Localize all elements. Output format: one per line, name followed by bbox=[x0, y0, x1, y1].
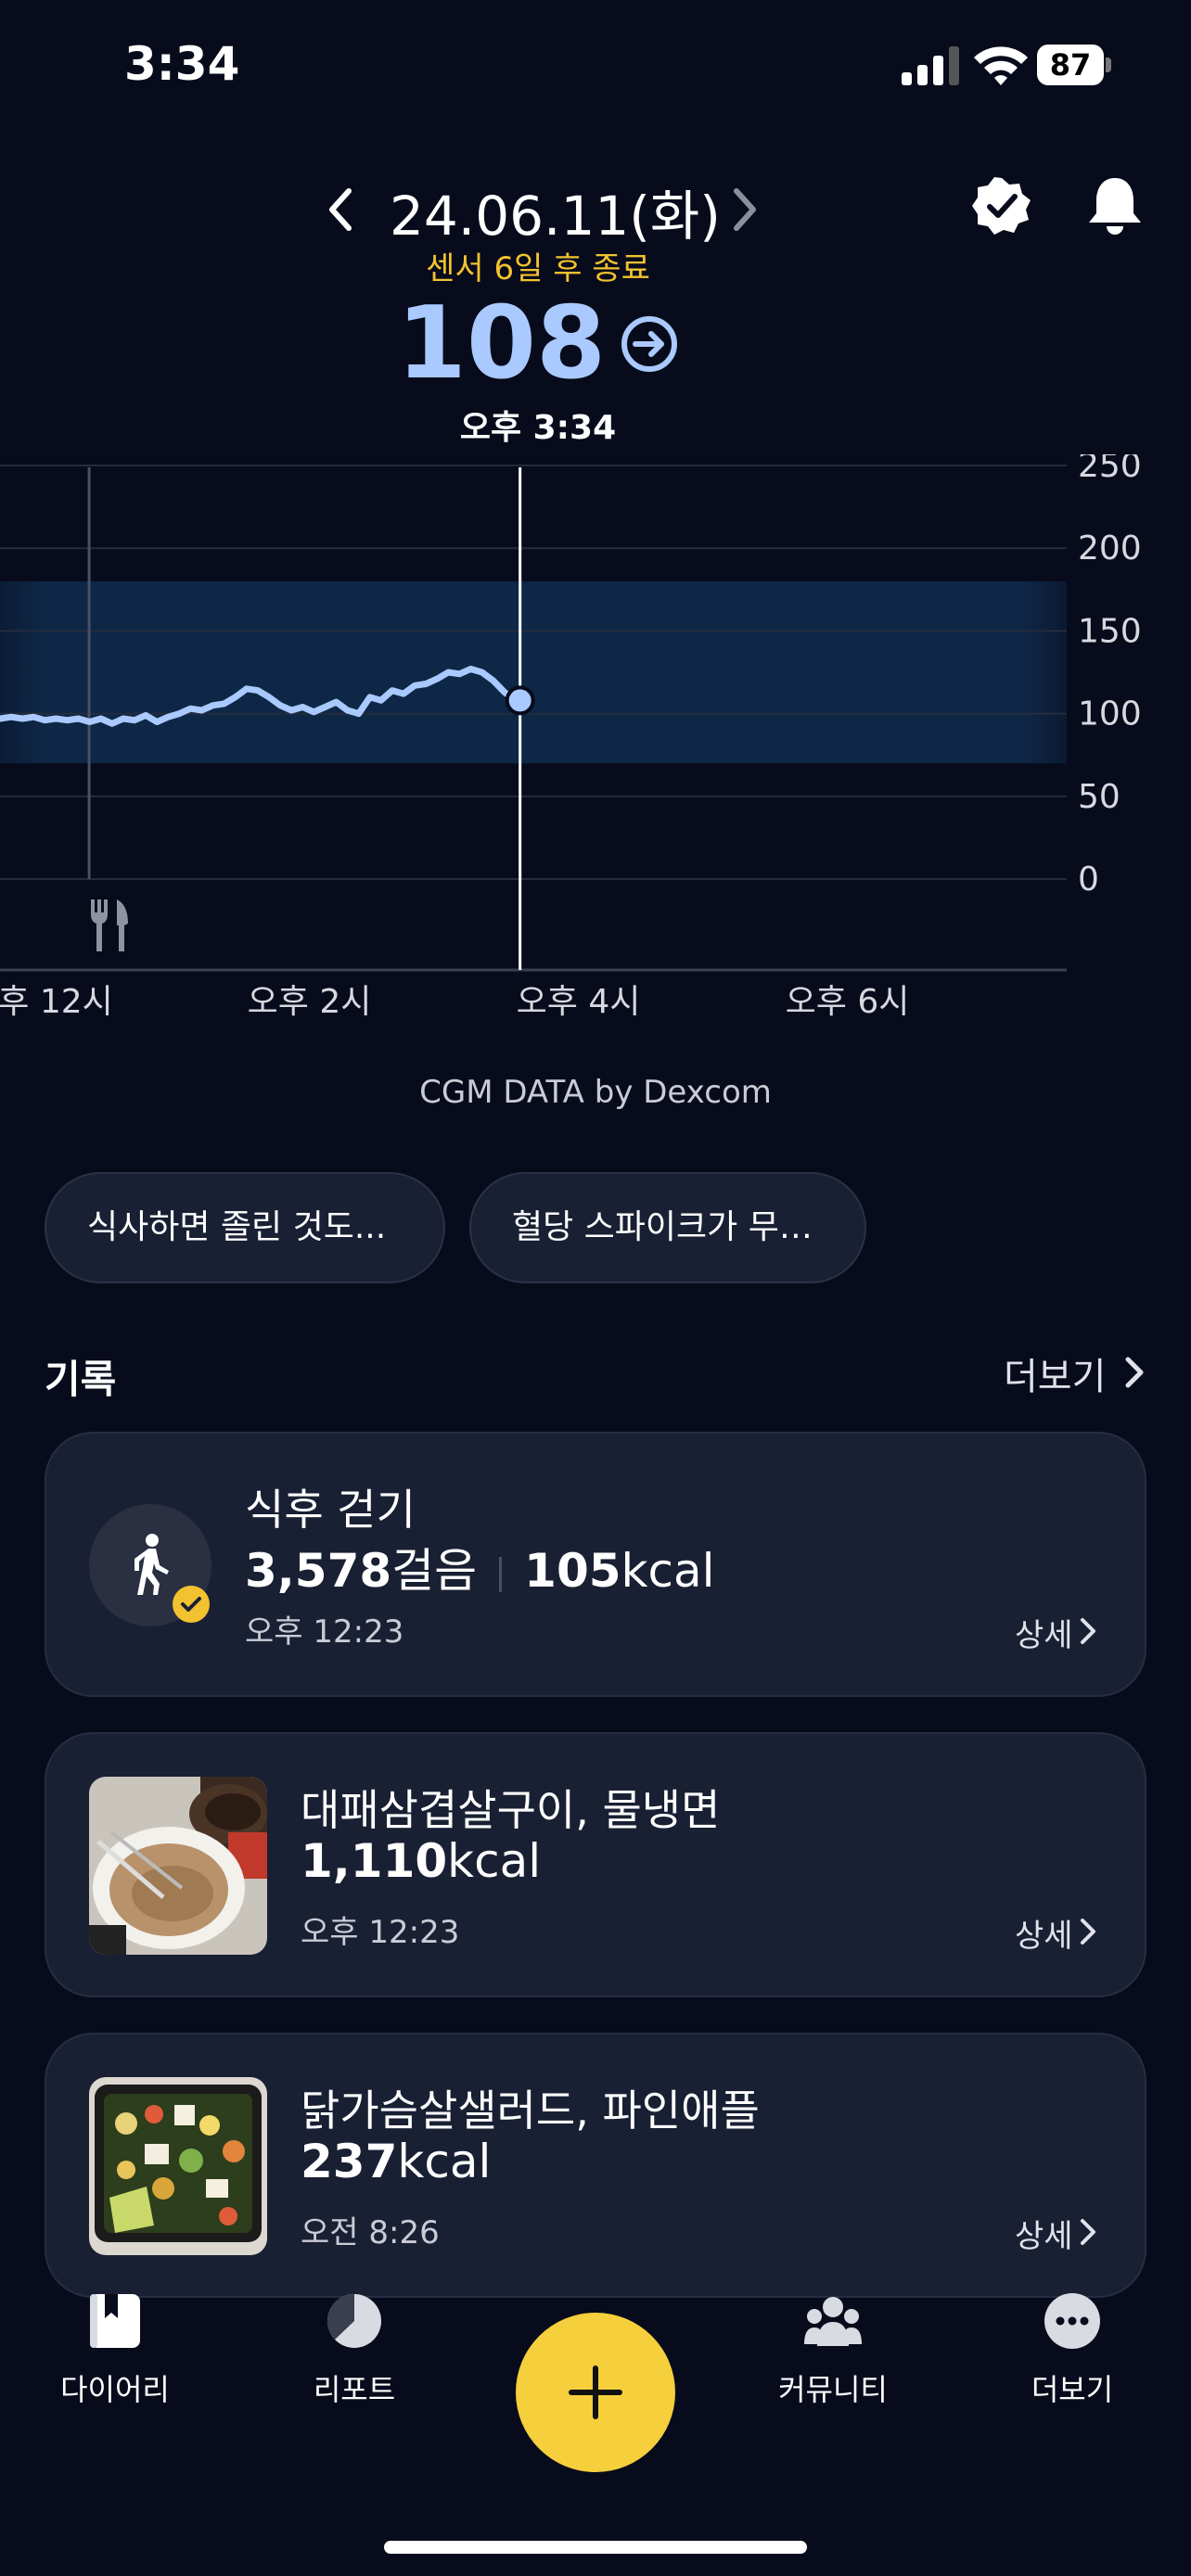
kcal-value: 1,110 bbox=[301, 1834, 448, 1888]
check-icon bbox=[181, 1597, 201, 1612]
record-title: 닭가슴살샐러드, 파인애플 bbox=[301, 2085, 760, 2136]
kcal-unit: kcal bbox=[621, 1544, 715, 1598]
y-tick-label: 50 bbox=[1078, 778, 1121, 816]
kcal-value: 237 bbox=[301, 2135, 398, 2188]
y-tick-label: 250 bbox=[1078, 454, 1142, 485]
community-icon bbox=[804, 2297, 862, 2346]
notification-bell-icon[interactable] bbox=[1082, 172, 1148, 239]
x-tick-label: 오후 4시 bbox=[517, 983, 641, 1021]
y-tick-label: 200 bbox=[1078, 529, 1142, 567]
home-indicator bbox=[384, 2541, 807, 2554]
step-unit: 걸음 bbox=[391, 1544, 478, 1598]
tab-label: 커뮤니티 bbox=[778, 2372, 888, 2407]
current-glucose[interactable]: 108 bbox=[0, 286, 1076, 402]
date-title[interactable]: 24.06.11(화) bbox=[390, 172, 721, 250]
battery-indicator: 87 bbox=[1037, 45, 1111, 85]
record-title: 식후 걷기 bbox=[245, 1485, 416, 1535]
reading-time: 오후 3:34 bbox=[459, 409, 617, 447]
kcal-unit: kcal bbox=[397, 2135, 492, 2188]
y-tick-label: 150 bbox=[1078, 612, 1142, 650]
plus-icon bbox=[569, 2366, 622, 2419]
chevron-right-icon[interactable] bbox=[1078, 2216, 1098, 2248]
tab-more[interactable]: 더보기 bbox=[989, 2290, 1156, 2409]
records-section-title: 기록 bbox=[45, 1357, 117, 1402]
tab-label: 더보기 bbox=[1031, 2372, 1114, 2407]
y-tick-label: 100 bbox=[1078, 695, 1142, 733]
record-time: 오전 8:26 bbox=[301, 2214, 440, 2251]
diary-icon bbox=[90, 2294, 140, 2348]
tab-report[interactable]: 리포트 bbox=[271, 2290, 438, 2409]
glucose-value: 108 bbox=[396, 286, 607, 402]
battery-level: 87 bbox=[1037, 45, 1104, 85]
stat-divider bbox=[499, 1556, 503, 1592]
more-icon bbox=[1044, 2293, 1100, 2349]
detail-link[interactable]: 상세 bbox=[1015, 2211, 1073, 2256]
records-more-link[interactable]: 더보기 bbox=[1004, 1346, 1106, 1400]
walking-person-icon bbox=[134, 1534, 169, 1595]
tab-community[interactable]: 커뮤니티 bbox=[749, 2290, 916, 2409]
sensor-status: 센서 6일 후 종료 bbox=[426, 250, 650, 287]
chevron-right-icon[interactable] bbox=[1122, 1354, 1146, 1391]
chevron-right-icon[interactable] bbox=[1078, 1615, 1098, 1647]
step-count: 3,578 bbox=[245, 1544, 392, 1598]
meal-photo-salad bbox=[89, 2077, 267, 2255]
battery-cap bbox=[1106, 57, 1111, 72]
previous-day-chevron-icon[interactable] bbox=[321, 182, 358, 237]
next-day-chevron-icon[interactable] bbox=[725, 182, 762, 237]
kcal-value: 105 bbox=[524, 1544, 621, 1598]
x-tick-label: 오후 2시 bbox=[248, 983, 372, 1021]
tab-label: 리포트 bbox=[313, 2372, 396, 2407]
detail-link[interactable]: 상세 bbox=[1015, 1610, 1073, 1655]
x-tick-label: 오후 6시 bbox=[786, 983, 910, 1021]
meal-photo-noodles bbox=[89, 1777, 267, 1955]
data-source-label: CGM DATA by Dexcom bbox=[419, 1074, 772, 1111]
record-title: 대패삼겹살구이, 물냉면 bbox=[301, 1785, 721, 1835]
target-range-band bbox=[0, 580, 1067, 764]
record-card-meal[interactable]: 닭가슴살샐러드, 파인애플 237kcal 오전 8:26 상세 bbox=[45, 2033, 1146, 2298]
y-tick-label: 0 bbox=[1078, 861, 1099, 899]
cellular-signal-icon bbox=[902, 46, 959, 85]
x-tick-label: 오후 12시 bbox=[0, 983, 113, 1021]
current-reading-point[interactable] bbox=[505, 685, 535, 716]
completed-check-icon bbox=[173, 1586, 210, 1623]
chevron-right-icon[interactable] bbox=[1078, 1916, 1098, 1947]
record-card-walk[interactable]: 식후 걷기 3,578걸음 105kcal 오후 12:23 상세 bbox=[45, 1432, 1146, 1697]
record-time: 오후 12:23 bbox=[301, 1914, 460, 1951]
report-icon bbox=[327, 2294, 381, 2348]
suggestion-chip[interactable]: 혈당 스파이크가 무… bbox=[469, 1172, 866, 1283]
record-stats: 3,578걸음 105kcal bbox=[245, 1534, 715, 1600]
glucose-chart[interactable]: 250 200 150 100 50 0 오후 12시 오후 2시 오후 4시 오후 6시 bbox=[0, 454, 1191, 1029]
kcal-unit: kcal bbox=[447, 1834, 542, 1888]
record-time: 오후 12:23 bbox=[245, 1613, 404, 1651]
tab-label: 다이어리 bbox=[60, 2372, 170, 2407]
meal-fork-knife-icon[interactable] bbox=[83, 898, 135, 953]
add-record-button[interactable] bbox=[516, 2313, 675, 2472]
suggestion-chip[interactable]: 식사하면 졸린 것도... bbox=[45, 1172, 445, 1283]
tab-diary[interactable]: 다이어리 bbox=[32, 2290, 198, 2409]
status-time: 3:34 bbox=[124, 37, 240, 91]
trend-arrow-right-icon bbox=[621, 315, 678, 372]
record-stats: 237kcal bbox=[301, 2135, 491, 2188]
detail-link[interactable]: 상세 bbox=[1015, 1910, 1073, 1956]
record-stats: 1,110kcal bbox=[301, 1834, 541, 1888]
verified-badge-icon[interactable] bbox=[972, 176, 1031, 236]
record-card-meal[interactable]: 대패삼겹살구이, 물냉면 1,110kcal 오후 12:23 상세 bbox=[45, 1732, 1146, 1997]
wifi-icon bbox=[974, 46, 1028, 85]
